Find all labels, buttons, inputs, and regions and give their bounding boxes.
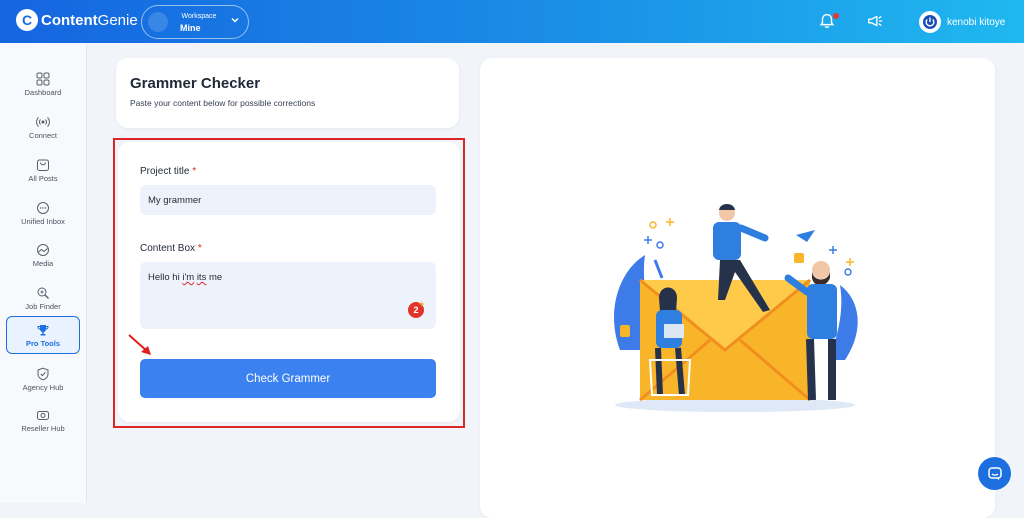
top-bar: C ContentGenie Workspace Mine kenobi kit… <box>0 0 1024 43</box>
workspace-switcher[interactable]: Workspace Mine <box>141 5 249 39</box>
page-title: Grammer Checker <box>130 75 261 92</box>
sidebar-item-connect[interactable]: Connect <box>6 108 80 146</box>
sidebar-item-label: Pro Tools <box>25 338 61 348</box>
chat-bubble-icon <box>987 466 1002 480</box>
shield-check-icon <box>37 367 49 380</box>
media-icon <box>37 243 49 256</box>
content-textarea[interactable]: Hello hi i'm its me <box>140 262 436 329</box>
sidebar-item-unified-inbox[interactable]: Unified Inbox <box>6 194 80 232</box>
megaphone-icon[interactable] <box>866 12 884 30</box>
annotation-arrow-icon <box>128 334 151 355</box>
workspace-avatar <box>148 12 168 32</box>
sidebar-item-label: Job Finder <box>25 301 61 311</box>
plus-icon: + <box>419 299 425 309</box>
sidebar-item-label: Media <box>32 258 54 268</box>
content-box-label: Content Box * <box>140 243 202 254</box>
sidebar-item-all-posts[interactable]: All Posts <box>6 151 80 189</box>
support-chat-button[interactable] <box>978 457 1011 490</box>
user-menu[interactable]: kenobi kitoye <box>919 11 1005 33</box>
sidebar-item-media[interactable]: Media <box>6 236 80 274</box>
workspace-value: Mine <box>180 23 201 33</box>
sidebar-item-pro-tools[interactable]: Pro Tools <box>6 316 80 354</box>
power-icon <box>923 15 937 29</box>
app-logo[interactable]: C ContentGenie <box>16 9 138 31</box>
sidebar-item-label: Dashboard <box>24 87 62 97</box>
sidebar-item-dashboard[interactable]: Dashboard <box>6 65 80 103</box>
grammar-form-card: Project title * My grammer Content Box *… <box>118 142 460 422</box>
grid-icon <box>36 72 50 85</box>
chat-icon <box>37 201 49 214</box>
search-doc-icon <box>37 287 49 299</box>
app-name: ContentGenie <box>41 11 138 29</box>
sidebar-item-label: Reseller Hub <box>21 423 65 433</box>
logo-mark-icon: C <box>16 9 38 31</box>
project-title-input[interactable]: My grammer <box>140 185 436 215</box>
required-mark: * <box>192 166 197 177</box>
required-mark: * <box>197 243 202 254</box>
trophy-icon <box>37 324 49 335</box>
camera-icon <box>37 410 49 420</box>
sidebar-item-agency-hub[interactable]: Agency Hub <box>6 360 80 398</box>
project-title-label: Project title * <box>140 166 197 177</box>
sidebar-item-reseller-hub[interactable]: Reseller Hub <box>6 401 80 439</box>
workspace-label: Workspace <box>181 13 217 20</box>
envelope-people-illustration <box>614 204 858 412</box>
header-card: Grammer Checker Paste your content below… <box>116 58 459 128</box>
chevron-down-icon <box>231 17 239 23</box>
user-name: kenobi kitoye <box>947 16 1006 28</box>
sidebar-item-label: Connect <box>29 130 57 140</box>
bag-icon <box>37 159 49 171</box>
check-grammer-button[interactable]: Check Grammer <box>140 359 436 398</box>
notification-dot <box>833 13 839 19</box>
sidebar-item-label: Agency Hub <box>22 382 64 392</box>
broadcast-icon <box>36 116 50 127</box>
sidebar-item-label: All Posts <box>28 173 58 183</box>
sidebar-item-label: Unified Inbox <box>21 216 65 226</box>
sidebar-item-job-finder[interactable]: Job Finder <box>6 279 80 317</box>
page-subtitle: Paste your content below for possible co… <box>130 98 316 108</box>
avatar <box>919 11 941 33</box>
sidebar: Dashboard Connect All Posts Unified Inbo… <box>0 43 87 503</box>
